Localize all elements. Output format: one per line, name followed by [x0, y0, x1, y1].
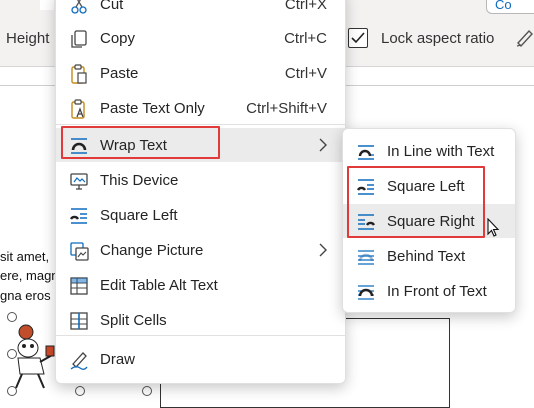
- checkmark-icon: [351, 32, 365, 44]
- document-text-line: gna eros: [0, 288, 51, 303]
- menu-separator: [56, 124, 345, 125]
- menu-item-copy[interactable]: Copy Ctrl+C: [56, 21, 345, 55]
- context-menu: Cut Ctrl+X Copy Ctrl+C Paste Ctrl+V Past…: [55, 0, 346, 384]
- menu-item-label: Copy: [100, 30, 136, 47]
- submenu-item-behind-text[interactable]: Behind Text: [343, 239, 515, 273]
- menu-item-cut[interactable]: Cut Ctrl+X: [56, 0, 345, 21]
- lock-aspect-label[interactable]: Lock aspect ratio: [381, 30, 494, 47]
- menu-item-shortcut: Ctrl+X: [284, 0, 327, 13]
- menu-item-split-cells[interactable]: Split Cells: [56, 303, 345, 337]
- comments-button[interactable]: Co: [486, 0, 534, 14]
- highlight-box-wrap-text: [61, 126, 220, 159]
- height-label: Height: [6, 30, 50, 47]
- menu-item-label: Cut: [100, 0, 124, 13]
- resize-handle[interactable]: [7, 386, 17, 396]
- menu-item-this-device[interactable]: This Device: [56, 163, 345, 197]
- resize-handle[interactable]: [7, 349, 17, 359]
- document-text-line: ere, magn: [0, 268, 59, 283]
- square-left-wrap-icon: [69, 208, 87, 224]
- menu-item-paste[interactable]: Paste Ctrl+V: [56, 56, 345, 90]
- paste-text-icon: [71, 99, 85, 119]
- menu-item-edit-table-alt-text[interactable]: Edit Table Alt Text: [56, 268, 345, 302]
- in-front-text-icon: [358, 285, 374, 300]
- submenu-item-label: In Front of Text: [387, 283, 487, 300]
- menu-item-label: This Device: [100, 172, 179, 189]
- submenu-item-label: Behind Text: [387, 248, 466, 265]
- submenu-item-in-front-of-text[interactable]: In Front of Text: [343, 274, 515, 308]
- draw-icon: [70, 352, 88, 370]
- menu-item-shortcut: Ctrl+C: [284, 30, 327, 47]
- document-text-line: sit amet,: [0, 249, 50, 264]
- table-alt-text-icon: [70, 277, 88, 295]
- resize-handle[interactable]: [142, 386, 152, 396]
- menu-item-label: Change Picture: [100, 242, 204, 259]
- menu-item-label: Edit Table Alt Text: [100, 277, 218, 294]
- clipboard-icon: [71, 64, 87, 84]
- menu-item-label: Square Left: [100, 207, 178, 224]
- chevron-right-icon: [319, 138, 327, 152]
- ribbon-tab-indicator: [40, 0, 54, 10]
- behind-text-icon: [358, 250, 374, 265]
- scissors-icon: [71, 0, 87, 14]
- menu-item-label: Draw: [100, 351, 136, 368]
- highlight-box-square-options: [347, 166, 485, 238]
- menu-item-change-picture[interactable]: Change Picture: [56, 233, 345, 267]
- submenu-item-label: In Line with Text: [387, 143, 495, 160]
- resize-handle[interactable]: [75, 386, 85, 396]
- lock-aspect-checkbox[interactable]: [348, 28, 368, 48]
- change-picture-icon: [70, 242, 89, 261]
- pen-icon[interactable]: [514, 26, 534, 48]
- inline-wrap-icon: [358, 145, 374, 160]
- menu-item-shortcut: Ctrl+V: [284, 65, 327, 82]
- mouse-cursor-icon: [487, 218, 500, 237]
- cartoon-picture[interactable]: [10, 318, 60, 394]
- menu-item-label: Split Cells: [100, 312, 167, 329]
- monitor-icon: [70, 173, 88, 190]
- menu-item-label: Paste: [100, 65, 139, 82]
- menu-separator: [56, 335, 345, 336]
- menu-item-shortcut: Ctrl+Shift+V: [246, 100, 327, 117]
- chevron-right-icon: [319, 243, 327, 257]
- comments-button-label: Co: [495, 0, 512, 12]
- menu-item-paste-text-only[interactable]: Paste Text Only Ctrl+Shift+V: [56, 91, 345, 125]
- resize-handle[interactable]: [7, 312, 17, 322]
- split-cells-icon: [70, 312, 88, 330]
- menu-item-draw[interactable]: Draw: [56, 342, 345, 376]
- menu-item-square-left[interactable]: Square Left: [56, 198, 345, 232]
- submenu-item-in-line-with-text[interactable]: In Line with Text: [343, 134, 515, 168]
- menu-item-label: Paste Text Only: [100, 100, 205, 117]
- copy-icon: [71, 30, 87, 48]
